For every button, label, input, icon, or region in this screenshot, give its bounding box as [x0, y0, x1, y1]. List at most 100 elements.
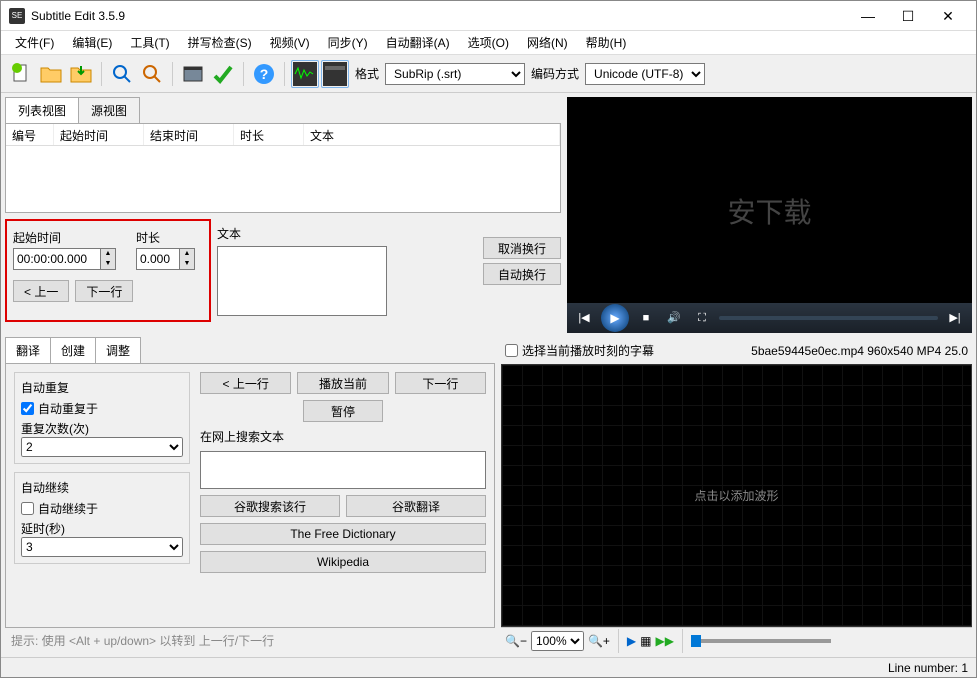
unbreak-button[interactable]: 取消换行: [483, 237, 561, 259]
waveform-icon[interactable]: [291, 60, 319, 88]
video-volume-icon[interactable]: 🔊: [663, 307, 685, 329]
wave-play-icon[interactable]: ▶: [627, 634, 636, 648]
video-play-icon[interactable]: ▶: [601, 304, 629, 332]
encoding-label: 编码方式: [531, 65, 579, 82]
video-next-icon[interactable]: ▶|: [944, 307, 966, 329]
trans-pause-button[interactable]: 暂停: [303, 400, 383, 422]
menu-file[interactable]: 文件(F): [7, 31, 62, 54]
zoom-select[interactable]: 100%: [531, 631, 584, 651]
minimize-button[interactable]: —: [848, 2, 888, 30]
wave-position-slider[interactable]: [691, 639, 831, 643]
search-web-input[interactable]: [200, 451, 486, 489]
encoding-select[interactable]: Unicode (UTF-8): [585, 63, 705, 85]
open-file-icon[interactable]: [37, 60, 65, 88]
status-bar: Line number: 1: [1, 657, 976, 677]
col-start[interactable]: 起始时间: [54, 124, 144, 145]
start-time-label: 起始时间: [13, 229, 116, 246]
zoom-out-icon[interactable]: 🔍−: [505, 634, 527, 648]
col-text[interactable]: 文本: [304, 124, 560, 145]
menubar: 文件(F) 编辑(E) 工具(T) 拼写检查(S) 视频(V) 同步(Y) 自动…: [1, 31, 976, 55]
auto-repeat-checkbox[interactable]: [21, 402, 34, 415]
toolbar: ? 格式 SubRip (.srt) 编码方式 Unicode (UTF-8): [1, 55, 976, 93]
video-prev-icon[interactable]: |◀: [573, 307, 595, 329]
col-end[interactable]: 结束时间: [144, 124, 234, 145]
menu-options[interactable]: 选项(O): [460, 31, 517, 54]
free-dictionary-button[interactable]: The Free Dictionary: [200, 523, 486, 545]
start-time-input[interactable]: [13, 248, 101, 270]
video-panel-icon[interactable]: [321, 60, 349, 88]
tab-list-view[interactable]: 列表视图: [5, 97, 79, 123]
titlebar: SE Subtitle Edit 3.5.9 — ☐ ✕: [1, 1, 976, 31]
auto-repeat-label: 自动重复于: [38, 400, 98, 417]
video-controls: |◀ ▶ ■ 🔊 ⛶ ▶|: [567, 303, 972, 333]
video-player[interactable]: 安下载 |◀ ▶ ■ 🔊 ⛶ ▶|: [567, 97, 972, 333]
new-file-icon[interactable]: [7, 60, 35, 88]
app-window: SE Subtitle Edit 3.5.9 — ☐ ✕ 文件(F) 编辑(E)…: [0, 0, 977, 678]
auto-continue-checkbox[interactable]: [21, 502, 34, 515]
view-tabs: 列表视图 源视图: [5, 97, 561, 123]
start-time-down[interactable]: ▼: [101, 259, 115, 269]
video-fullscreen-icon[interactable]: ⛶: [691, 307, 713, 329]
tab-translate[interactable]: 翻译: [5, 337, 51, 363]
auto-repeat-group: 自动重复 自动重复于 重复次数(次) 2: [14, 372, 190, 464]
select-current-checkbox[interactable]: [505, 344, 518, 357]
google-translate-button[interactable]: 谷歌翻译: [346, 495, 486, 517]
auto-repeat-legend: 自动重复: [21, 379, 183, 396]
col-duration[interactable]: 时长: [234, 124, 304, 145]
replace-icon[interactable]: [138, 60, 166, 88]
prev-line-button[interactable]: < 上一: [13, 280, 69, 302]
menu-autotranslate[interactable]: 自动翻译(A): [378, 31, 458, 54]
format-select[interactable]: SubRip (.srt): [385, 63, 525, 85]
maximize-button[interactable]: ☐: [888, 2, 928, 30]
subtitle-list[interactable]: 编号 起始时间 结束时间 时长 文本: [5, 123, 561, 213]
google-search-button[interactable]: 谷歌搜索该行: [200, 495, 340, 517]
repeat-count-label: 重复次数(次): [21, 420, 183, 437]
help-icon[interactable]: ?: [250, 60, 278, 88]
line-number-status: Line number: 1: [888, 661, 968, 675]
video-file-info: 5bae59445e0ec.mp4 960x540 MP4 25.0: [751, 344, 968, 358]
close-button[interactable]: ✕: [928, 2, 968, 30]
format-label: 格式: [355, 65, 379, 82]
trans-next-button[interactable]: 下一行: [395, 372, 486, 394]
find-icon[interactable]: [108, 60, 136, 88]
save-file-icon[interactable]: [67, 60, 95, 88]
auto-continue-label: 自动继续于: [38, 500, 98, 517]
waveform-area[interactable]: 点击以添加波形: [501, 364, 972, 627]
duration-up[interactable]: ▲: [180, 249, 194, 259]
start-time-up[interactable]: ▲: [101, 249, 115, 259]
menu-edit[interactable]: 编辑(E): [64, 31, 120, 54]
duration-down[interactable]: ▼: [180, 259, 194, 269]
menu-video[interactable]: 视频(V): [262, 31, 318, 54]
spellcheck-icon[interactable]: [209, 60, 237, 88]
autobreak-button[interactable]: 自动换行: [483, 263, 561, 285]
menu-spellcheck[interactable]: 拼写检查(S): [180, 31, 260, 54]
tab-source-view[interactable]: 源视图: [78, 97, 140, 123]
video-stop-icon[interactable]: ■: [635, 307, 657, 329]
tab-adjust[interactable]: 调整: [95, 337, 141, 363]
menu-network[interactable]: 网络(N): [519, 31, 576, 54]
video-seek-slider[interactable]: [719, 316, 938, 320]
visual-sync-icon[interactable]: [179, 60, 207, 88]
wave-loop-icon[interactable]: ▦: [640, 634, 651, 648]
delay-label: 延时(秒): [21, 520, 183, 537]
auto-continue-legend: 自动继续: [21, 479, 183, 496]
menu-help[interactable]: 帮助(H): [578, 31, 635, 54]
wave-ff-icon[interactable]: ▶▶: [655, 634, 673, 648]
menu-tools[interactable]: 工具(T): [122, 31, 177, 54]
zoom-in-icon[interactable]: 🔍+: [588, 634, 610, 648]
col-index[interactable]: 编号: [6, 124, 54, 145]
trans-prev-button[interactable]: < 上一行: [200, 372, 291, 394]
delay-select[interactable]: 3: [21, 537, 183, 557]
trans-play-button[interactable]: 播放当前: [297, 372, 388, 394]
duration-input[interactable]: [136, 248, 180, 270]
tab-create[interactable]: 创建: [50, 337, 96, 363]
next-line-button[interactable]: 下一行: [75, 280, 133, 302]
menu-sync[interactable]: 同步(Y): [320, 31, 376, 54]
waveform-placeholder: 点击以添加波形: [694, 487, 778, 504]
time-edit-group: 起始时间 ▲▼ 时长 ▲▼: [5, 219, 211, 322]
auto-continue-group: 自动继续 自动继续于 延时(秒) 3: [14, 472, 190, 564]
subtitle-text-input[interactable]: [217, 246, 387, 316]
watermark: 安下载: [727, 191, 811, 231]
wikipedia-button[interactable]: Wikipedia: [200, 551, 486, 573]
repeat-count-select[interactable]: 2: [21, 437, 183, 457]
